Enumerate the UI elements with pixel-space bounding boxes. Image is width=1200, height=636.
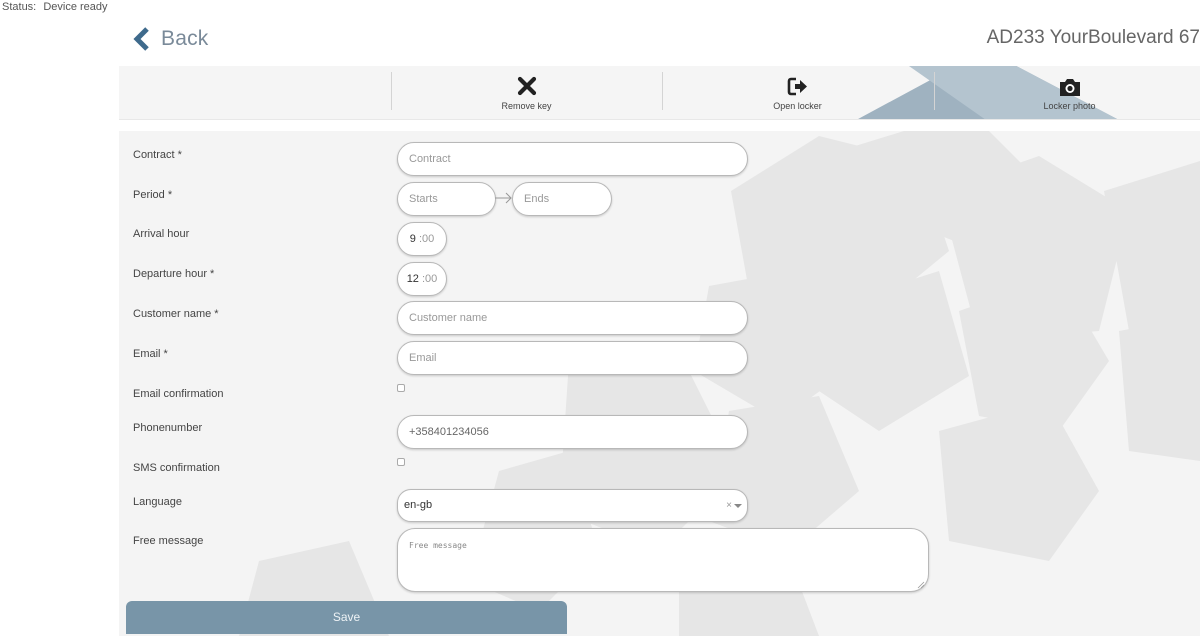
customer-name-input[interactable]: Customer name	[397, 301, 748, 335]
page-title: AD233 YourBoulevard 67	[986, 27, 1200, 48]
period-start-input[interactable]: Starts	[397, 182, 496, 216]
arrival-minutes-value: :00	[418, 233, 435, 245]
back-label: Back	[161, 27, 209, 50]
back-button[interactable]: Back	[131, 26, 209, 52]
sms-confirmation-checkbox[interactable]	[397, 458, 405, 466]
status-label: Status:	[2, 1, 37, 13]
email-confirmation-checkbox[interactable]	[397, 384, 405, 392]
remove-key-button[interactable]: Remove key	[391, 66, 662, 119]
free-message-placeholder: Free message	[409, 541, 467, 550]
phonenumber-input[interactable]: +358401234056	[397, 415, 748, 449]
remove-key-label: Remove key	[501, 101, 552, 111]
email-label: Email *	[133, 348, 168, 360]
arrival-hour-label: Arrival hour	[133, 228, 190, 240]
toolbar: Remove key Open locker Locker photo	[119, 66, 1200, 120]
language-select[interactable]: en-gb ×	[397, 489, 748, 522]
departure-hour-input[interactable]: 12 :00	[397, 262, 447, 296]
status-value: Device ready	[43, 1, 108, 13]
sms-confirmation-label: SMS confirmation	[133, 462, 220, 474]
camera-icon	[1059, 79, 1080, 96]
status-bar: Status: Device ready	[2, 1, 108, 13]
free-message-label: Free message	[133, 535, 204, 547]
customer-name-label: Customer name *	[133, 308, 219, 320]
locker-photo-label: Locker photo	[1043, 101, 1096, 111]
free-message-textarea[interactable]: Free message	[397, 528, 929, 592]
departure-hour-label: Departure hour *	[133, 268, 215, 280]
dropdown-caret-icon[interactable]	[734, 504, 742, 508]
close-icon	[517, 76, 536, 96]
contract-input[interactable]: Contract	[397, 142, 748, 176]
departure-minutes-value: :00	[422, 273, 438, 285]
resize-grip-icon[interactable]	[917, 581, 925, 589]
departure-hour-value: 12	[406, 273, 419, 285]
language-value: en-gb	[404, 499, 433, 511]
clear-selection-icon[interactable]: ×	[726, 490, 732, 521]
save-button[interactable]: Save	[126, 601, 567, 634]
sign-out-icon	[787, 77, 807, 96]
arrow-right-icon	[495, 192, 512, 204]
open-locker-label: Open locker	[773, 101, 822, 111]
chevron-left-icon	[133, 27, 149, 51]
open-locker-button[interactable]: Open locker	[662, 66, 933, 119]
period-end-input[interactable]: Ends	[512, 182, 612, 216]
contract-label: Contract *	[133, 149, 182, 161]
locker-photo-button[interactable]: Locker photo	[934, 66, 1200, 119]
arrival-hour-value: 9	[409, 233, 416, 245]
email-input[interactable]: Email	[397, 341, 748, 375]
language-label: Language	[133, 496, 182, 508]
arrival-hour-input[interactable]: 9 :00	[397, 222, 447, 256]
email-confirmation-label: Email confirmation	[133, 388, 224, 400]
period-label: Period *	[133, 189, 173, 201]
phonenumber-label: Phonenumber	[133, 422, 203, 434]
